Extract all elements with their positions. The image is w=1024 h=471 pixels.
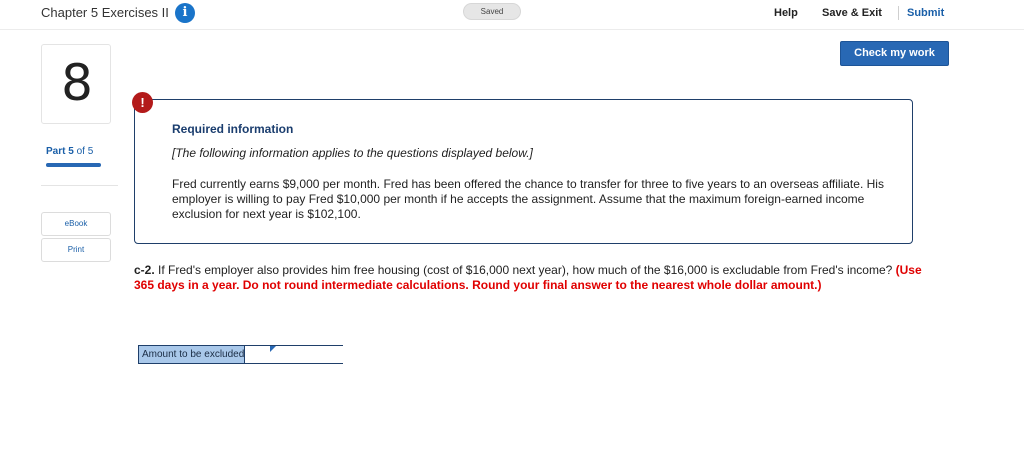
ebook-button[interactable]: eBook <box>41 212 111 236</box>
part-total: of 5 <box>76 146 94 157</box>
required-information-panel: Required information [The following info… <box>134 99 913 244</box>
question-number-card: 8 <box>41 44 111 124</box>
help-link[interactable]: Help <box>774 7 798 19</box>
submit-link[interactable]: Submit <box>907 7 944 19</box>
assignment-title: Chapter 5 Exercises II <box>41 5 169 20</box>
check-my-work-button[interactable]: Check my work <box>840 41 949 66</box>
alert-icon: ! <box>132 92 153 113</box>
part-indicator: Part 5 of 5 <box>46 146 93 157</box>
question-number: 8 <box>61 54 93 112</box>
info-icon[interactable]: i <box>175 3 195 23</box>
saved-status-badge: Saved <box>463 3 521 20</box>
save-exit-link[interactable]: Save & Exit <box>822 7 882 19</box>
required-information-body: Fred currently earns $9,000 per month. F… <box>172 177 884 221</box>
answer-table-row: Amount to be excluded <box>138 345 392 364</box>
part-progress-fill <box>46 163 101 167</box>
required-information-title: Required information <box>172 122 294 136</box>
rail-divider <box>41 185 118 186</box>
top-bar: Chapter 5 Exercises II i Saved Help Save… <box>0 0 1024 30</box>
input-corner-marker <box>270 346 276 352</box>
answer-label: Amount to be excluded <box>139 346 246 363</box>
required-information-subtitle: [The following information applies to th… <box>172 146 533 160</box>
question-prompt: c-2. If Fred's employer also provides hi… <box>134 263 924 292</box>
question-text: If Fred's employer also provides him fre… <box>154 263 896 277</box>
nav-divider <box>898 6 899 20</box>
part-current: 5 <box>68 146 74 157</box>
question-part-number: c-2. <box>134 263 155 277</box>
part-prefix: Part <box>46 146 66 157</box>
print-button[interactable]: Print <box>41 238 111 262</box>
amount-excluded-input[interactable] <box>245 346 392 363</box>
part-progress-bar <box>46 163 101 167</box>
